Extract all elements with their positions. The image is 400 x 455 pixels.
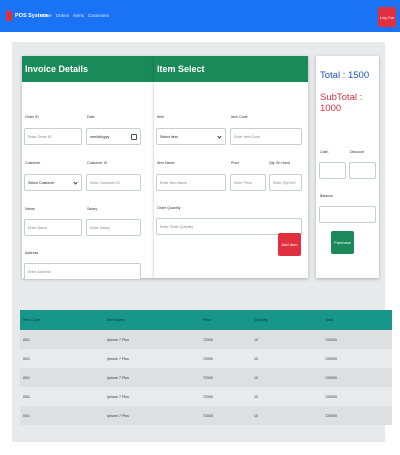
chevron-down-icon [73, 180, 78, 185]
price-input[interactable]: Enter Price [230, 174, 266, 191]
purchase-button[interactable]: Purchase [331, 231, 354, 254]
cell-price: 72000 [203, 394, 213, 399]
cell-total: 720000 [325, 413, 337, 418]
cell-quantity: 10 [254, 375, 258, 380]
balance-label: Balance [320, 194, 333, 198]
table-row[interactable]: I001 Iphone 7 Plus 72000 10 720000 [20, 368, 392, 387]
table-row[interactable]: I001 Iphone 7 Plus 72000 10 720000 [20, 406, 392, 425]
column-header-item-name: Item Name [107, 318, 125, 322]
address-input[interactable]: Enter Address [24, 263, 141, 280]
customer-select[interactable]: Select Customer [24, 174, 82, 191]
item-code-label: Item Code [231, 115, 248, 119]
logout-button[interactable]: Log Out [378, 7, 396, 27]
invoice-details-card: Invoice Details Order ID Enter Order ID … [22, 56, 155, 280]
nav-link-customers[interactable]: Customers [88, 13, 109, 18]
cell-quantity: 10 [254, 337, 258, 342]
column-header-item-code: Item Code [23, 318, 40, 322]
nav-links: Home Orders Items Customers [40, 13, 109, 18]
item-label: Item [157, 115, 164, 119]
cell-item-name: Iphone 7 Plus [107, 413, 129, 418]
item-select-card: Item Select Item Select item Item Code E… [154, 56, 308, 278]
cell-item-name: Iphone 7 Plus [107, 394, 129, 399]
cell-total: 720000 [325, 356, 337, 361]
cell-item-name: Iphone 7 Plus [107, 375, 129, 380]
customer-id-label: Customer ID [87, 161, 108, 165]
cash-label: Cash [320, 150, 329, 154]
cell-item-code: I001 [23, 337, 30, 342]
salary-label: Salary [87, 207, 98, 211]
nav-link-orders[interactable]: Orders [56, 13, 69, 18]
table-header-row: Item Code Item Name Price Quantity Total [20, 310, 392, 330]
nav-link-items[interactable]: Items [73, 13, 84, 18]
nav-link-home[interactable]: Home [40, 13, 52, 18]
date-value: mm/dd/yyyy [90, 134, 110, 139]
cash-input[interactable] [319, 162, 346, 179]
item-code-input[interactable]: Enter Item Code [230, 128, 302, 145]
table-row[interactable]: I001 Iphone 7 Plus 72000 10 720000 [20, 349, 392, 368]
table-row[interactable]: I001 Iphone 7 Plus 72000 10 720000 [20, 387, 392, 406]
cell-item-code: I001 [23, 356, 30, 361]
qty-on-hand-input[interactable]: Enter QtyOnH [269, 174, 302, 191]
price-label: Price [231, 161, 240, 165]
customer-id-input[interactable]: Enter Customer ID [86, 174, 141, 191]
address-label: Address [25, 251, 39, 255]
balance-input[interactable] [319, 206, 376, 223]
column-header-price: Price [203, 318, 212, 322]
calendar-icon[interactable] [131, 134, 137, 140]
item-select-title: Item Select [154, 56, 308, 82]
total-amount: Total : 1500 [320, 70, 370, 81]
item-name-label: Item Name [157, 161, 175, 165]
cell-total: 720000 [325, 375, 337, 380]
order-id-input[interactable]: Enter Order ID [24, 128, 82, 145]
name-input[interactable]: Enter Name [24, 219, 82, 236]
chevron-down-icon [217, 134, 222, 139]
main-container: Invoice Details Order ID Enter Order ID … [12, 42, 392, 442]
date-input[interactable]: mm/dd/yyyy [86, 128, 141, 145]
cell-total: 720000 [325, 394, 337, 399]
cell-quantity: 10 [254, 413, 258, 418]
order-table: Item Code Item Name Price Quantity Total… [20, 310, 392, 425]
qty-on-hand-label: Qty On Hand [269, 161, 290, 165]
cell-total: 720000 [325, 337, 337, 342]
subtotal-amount: SubTotal : 1000 [320, 92, 363, 114]
cell-item-code: I001 [23, 413, 30, 418]
table-row[interactable]: I001 Iphone 7 Plus 72000 10 720000 [20, 330, 392, 349]
customer-select-value: Select Customer [28, 180, 55, 185]
name-label: Name [25, 207, 35, 211]
column-header-total: Total [325, 318, 333, 322]
invoice-details-title: Invoice Details [22, 56, 155, 82]
discount-label: Discount [350, 150, 364, 154]
cell-quantity: 10 [254, 394, 258, 399]
summary-card: Total : 1500 SubTotal : 1000 Cash Discou… [316, 56, 379, 278]
cell-item-code: I001 [23, 394, 30, 399]
item-select-value: Select item [160, 134, 178, 139]
add-item-button[interactable]: Add Item [278, 233, 301, 256]
cell-item-name: Iphone 7 Plus [107, 337, 129, 342]
cell-price: 72000 [203, 375, 213, 380]
salary-input[interactable]: Enter Salary [86, 219, 141, 236]
order-quantity-label: Order Quantity [157, 206, 181, 210]
discount-input[interactable] [349, 162, 376, 179]
cell-price: 72000 [203, 413, 213, 418]
logo-icon [6, 11, 12, 21]
item-select[interactable]: Select item [156, 128, 226, 145]
column-header-quantity: Quantity [254, 318, 268, 322]
order-id-label: Order ID [25, 115, 39, 119]
navbar: POS System Home Orders Items Customers L… [0, 0, 400, 32]
cell-price: 72000 [203, 337, 213, 342]
item-name-input[interactable]: Enter Item Name [156, 174, 226, 191]
cell-quantity: 10 [254, 356, 258, 361]
cell-price: 72000 [203, 356, 213, 361]
cell-item-code: I001 [23, 375, 30, 380]
date-label: Date [87, 115, 95, 119]
cell-item-name: Iphone 7 Plus [107, 356, 129, 361]
customer-label: Customer [25, 161, 41, 165]
